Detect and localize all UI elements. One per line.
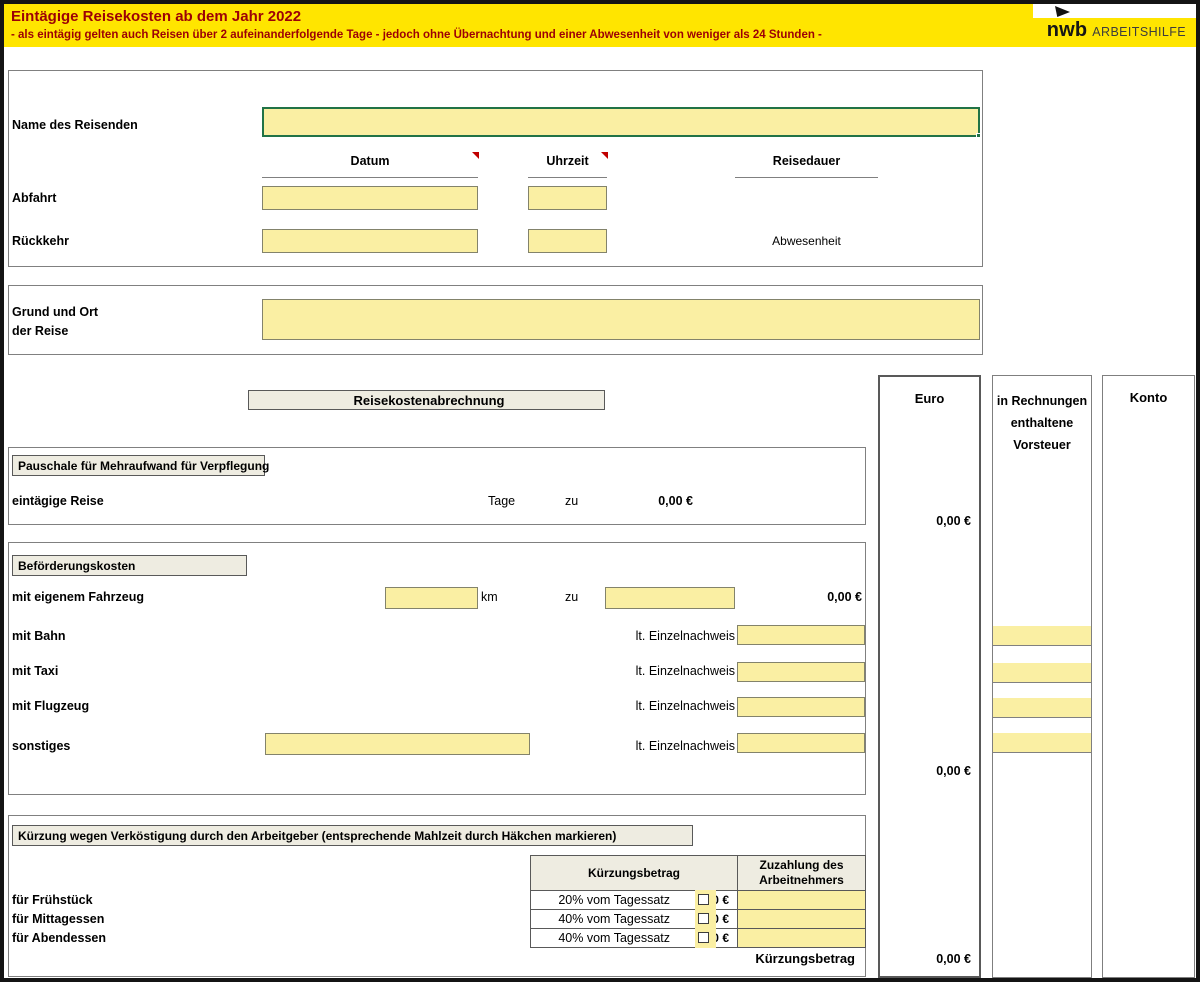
sonstiges-input[interactable] [737,733,865,753]
meals-section-header: Kürzung wegen Verköstigung durch den Arb… [12,825,693,846]
konto-column: Konto [1102,375,1195,978]
header-rule [735,177,878,178]
nwb-arrow-icon [1055,6,1070,17]
row-label-taxi: mit Taxi [12,664,58,678]
row-label-fruehstueck: für Frühstück [12,893,93,907]
abwesenheit-label: Abwesenheit [735,234,878,248]
brand-logo: nwb ARBEITSHILFE [1047,19,1186,42]
row-label-bahn: mit Bahn [12,629,65,643]
km-input[interactable] [385,587,478,609]
comment-indicator-icon [472,152,479,159]
vorsteuer-input[interactable] [993,626,1091,646]
row-label-mittagessen: für Mittagessen [12,912,104,926]
transport-total-euro: 0,00 € [936,764,971,778]
allowance-row-label: eintägige Reise [12,494,104,508]
zu-label: zu [565,494,578,508]
flugzeug-input[interactable] [737,697,865,717]
abfahrt-uhrzeit-input[interactable] [528,186,607,210]
euro-column-header: Euro [880,377,979,406]
allowance-total-euro: 0,00 € [936,514,971,528]
konto-column-header: Konto [1103,376,1194,405]
vorsteuer-input[interactable] [993,663,1091,683]
row-label-sonstiges: sonstiges [12,739,70,753]
comment-indicator-icon [601,152,608,159]
tage-label: Tage [488,494,515,508]
vorsteuer-input[interactable] [993,698,1091,718]
euro-column: Euro 0,00 € 0,00 € 0,00 € [878,375,981,978]
vehicle-amount: 0,00 € [772,590,862,604]
fruehstueck-checkbox[interactable] [698,894,709,905]
name-label: Name des Reisenden [12,118,138,132]
selection-fill-handle[interactable] [976,133,981,138]
taxi-input[interactable] [737,662,865,682]
meals-col-kuerzungsbetrag: Kürzungsbetrag [531,856,738,891]
vehicle-row-label: mit eigenem Fahrzeug [12,590,144,604]
reason-input[interactable] [262,299,980,340]
abfahrt-datum-input[interactable] [262,186,478,210]
name-input[interactable] [262,107,980,137]
einzelnachweis-label: lt. Einzelnachweis [615,699,735,713]
abendessen-checkbox[interactable] [698,932,709,943]
einzelnachweis-label: lt. Einzelnachweis [615,664,735,678]
vorsteuer-column: in Rechnungen enthaltene Vorsteuer [992,375,1092,978]
title-bar: Eintägige Reisekosten ab dem Jahr 2022 -… [4,4,1196,47]
vorsteuer-input[interactable] [993,733,1091,753]
brand-name: nwb [1047,19,1088,42]
abendessen-rate-label: 40% vom Tagessatz [490,931,670,945]
brand-suffix: ARBEITSHILFE [1092,25,1186,39]
fruehstueck-rate-label: 20% vom Tagessatz [490,893,670,907]
vorsteuer-column-header: in Rechnungen enthaltene Vorsteuer [996,376,1088,456]
km-label: km [481,590,498,604]
km-rate-input[interactable] [605,587,735,609]
header-rule [262,177,478,178]
column-header-datum: Datum [262,154,478,168]
sonstiges-text-input[interactable] [265,733,530,755]
allowance-section-header: Pauschale für Mehraufwand für Verpflegun… [12,455,265,476]
abendessen-zuzahlung-input[interactable] [738,929,866,948]
rueckkehr-datum-input[interactable] [262,229,478,253]
column-header-uhrzeit: Uhrzeit [528,154,607,168]
einzelnachweis-label: lt. Einzelnachweis [615,629,735,643]
page-title: Eintägige Reisekosten ab dem Jahr 2022 [11,8,301,25]
row-label-flugzeug: mit Flugzeug [12,699,89,713]
brand-notch [1033,4,1196,18]
transport-section-header: Beförderungskosten [12,555,247,576]
mittagessen-zuzahlung-input[interactable] [738,910,866,929]
mittagessen-checkbox[interactable] [698,913,709,924]
mittagessen-rate-label: 40% vom Tagessatz [490,912,670,926]
fruehstueck-zuzahlung-input[interactable] [738,891,866,910]
reason-label-line2: der Reise [12,324,68,338]
rueckkehr-uhrzeit-input[interactable] [528,229,607,253]
page-subtitle: - als eintägig gelten auch Reisen über 2… [11,29,822,41]
reason-label-line1: Grund und Ort [12,305,98,319]
bahn-input[interactable] [737,625,865,645]
header-rule [528,177,607,178]
column-header-reisedauer: Reisedauer [735,154,878,168]
einzelnachweis-label: lt. Einzelnachweis [615,739,735,753]
worksheet: Eintägige Reisekosten ab dem Jahr 2022 -… [0,0,1200,982]
meals-total-euro: 0,00 € [936,952,971,966]
row-label-abfahrt: Abfahrt [12,191,56,205]
kuerzungsbetrag-total-label: Kürzungsbetrag [655,951,855,966]
statement-title: Reisekostenabrechnung [248,390,605,410]
row-label-abendessen: für Abendessen [12,931,106,945]
row-label-rueckkehr: Rückkehr [12,234,69,248]
meals-col-zuzahlung: Zuzahlung des Arbeitnehmers [738,856,866,891]
zu-label: zu [565,590,578,604]
allowance-rate-value: 0,00 € [603,494,693,508]
